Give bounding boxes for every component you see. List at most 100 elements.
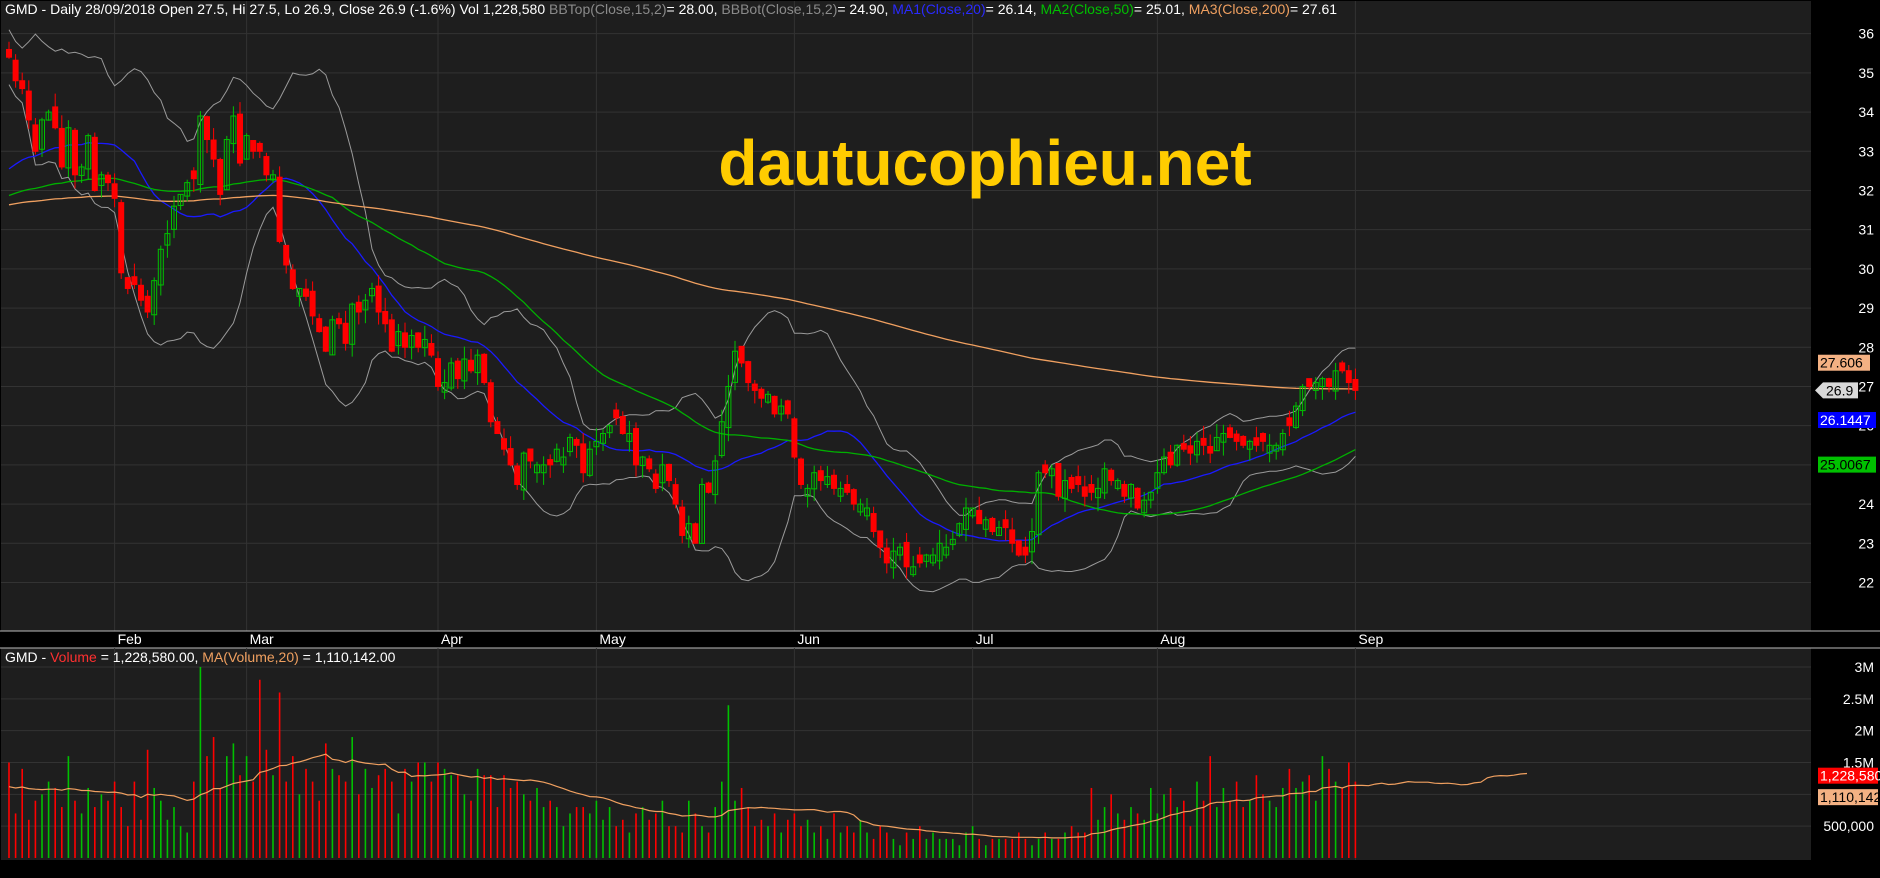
candle-body [1081, 486, 1088, 497]
candle-body [32, 124, 39, 152]
price-tick-label: 29 [1858, 300, 1874, 316]
bbtop-value: = 28.00, [666, 1, 718, 17]
candle-body [1015, 540, 1022, 556]
candle-body [573, 439, 580, 446]
price-tick-label: 27 [1858, 378, 1874, 394]
candle-body [309, 290, 316, 317]
candle-body [692, 523, 699, 544]
date-tick-label: Jun [797, 631, 820, 647]
candle-body [679, 506, 686, 536]
price-tick-label: 36 [1858, 26, 1874, 42]
date-tick-label: Jul [976, 631, 994, 647]
candle-body [916, 554, 923, 564]
candle-body [666, 463, 672, 482]
candle-body [204, 116, 210, 141]
candle-body [1121, 483, 1128, 497]
volume-value: = 1,228,580.00, [100, 649, 199, 665]
candle-body [468, 359, 474, 372]
ma3-value-tag: 27.606 [1820, 355, 1863, 371]
candle-body [870, 513, 877, 533]
candle-body [190, 170, 197, 180]
candle-body [1253, 437, 1260, 446]
candle-body [1339, 362, 1346, 372]
candle-body [72, 129, 78, 176]
candle-body [283, 244, 290, 266]
candle-body [105, 174, 111, 184]
candle-body [883, 547, 890, 564]
candle-body [850, 489, 857, 505]
date-tick-label: Aug [1160, 631, 1185, 647]
candle-body [322, 326, 329, 352]
price-panel [1, 1, 1811, 631]
candle-body [976, 509, 983, 525]
price-tick-label: 34 [1858, 104, 1874, 120]
date-tick-label: Mar [250, 631, 274, 647]
volume-ma-label: MA(Volume,20) [202, 649, 299, 665]
volume-tick-label: 2M [1855, 723, 1874, 739]
candle-body [527, 448, 534, 462]
volume-ma-value-tag: 1,110,142 [1820, 789, 1880, 805]
volume-tick-label: 3M [1855, 659, 1874, 675]
candle-body [138, 284, 144, 301]
candle-body [1042, 464, 1049, 474]
price-tick-label: 32 [1858, 182, 1874, 198]
candle-body [1345, 370, 1352, 384]
candle-body [58, 127, 65, 168]
bbtop-label: BBTop(Close,15,2) [549, 1, 667, 17]
date-tick-label: Apr [441, 631, 463, 647]
candle-body [131, 276, 138, 286]
candle-body [237, 113, 243, 164]
volume-header-ticker: GMD - [5, 649, 47, 665]
candle-body [751, 383, 758, 391]
candle-body [388, 319, 395, 352]
candle-body [12, 59, 19, 82]
candle-body [844, 483, 851, 493]
candle-body [903, 541, 910, 568]
ma2-label: MA2(Close,50) [1040, 1, 1134, 17]
candle-body [1055, 463, 1062, 497]
candle-body [738, 345, 745, 364]
watermark: dautucophieu.net [718, 127, 1251, 199]
candle-body [652, 473, 659, 489]
candle-body [798, 458, 804, 485]
price-tick-label: 30 [1858, 261, 1874, 277]
candle-body [435, 358, 441, 387]
candle-body [1260, 433, 1266, 442]
candle-body [19, 80, 26, 90]
candle-body [481, 353, 488, 384]
date-tick-label: Sep [1358, 631, 1383, 647]
volume-header: GMD - Volume = 1,228,580.00, MA(Volume,2… [5, 649, 395, 665]
ma1-value: = 26.14, [985, 1, 1037, 17]
date-tick-label: May [599, 631, 625, 647]
candle-body [646, 458, 653, 470]
candle-body [817, 470, 824, 482]
date-tick-label: Feb [118, 631, 142, 647]
candle-body [402, 332, 408, 348]
candle-body [613, 409, 620, 419]
price-tick-label: 35 [1858, 65, 1874, 81]
candle-body [1068, 476, 1075, 489]
volume-value-tag: 1,228,580 [1820, 768, 1880, 784]
candle-body [1240, 435, 1247, 446]
candle-body [877, 530, 884, 548]
volume-tick-label: 2.5M [1843, 691, 1874, 707]
candle-body [1187, 445, 1194, 454]
candle-body [250, 140, 257, 152]
candle-body [111, 183, 118, 199]
price-header-ohlc: GMD - Daily 28/09/2018 Open 27.5, Hi 27.… [5, 1, 546, 17]
stock-chart[interactable]: dautucophieu.net 22232425262728293031323… [0, 0, 1880, 878]
candle-body [507, 448, 514, 466]
candle-body [1134, 487, 1141, 509]
candle-body [336, 318, 342, 325]
bbbot-label: BBBot(Close,15,2) [721, 1, 838, 17]
candle-body [118, 202, 125, 274]
candle-body [1326, 378, 1332, 387]
candle-body [276, 176, 283, 242]
price-tick-label: 22 [1858, 574, 1874, 590]
price-tick-label: 23 [1858, 535, 1874, 551]
ma3-value: = 27.61 [1289, 1, 1338, 17]
candle-body [1306, 378, 1313, 387]
ma3-label: MA3(Close,200) [1188, 1, 1290, 17]
candle-body [217, 158, 224, 195]
price-header: GMD - Daily 28/09/2018 Open 27.5, Hi 27.… [5, 1, 1337, 17]
